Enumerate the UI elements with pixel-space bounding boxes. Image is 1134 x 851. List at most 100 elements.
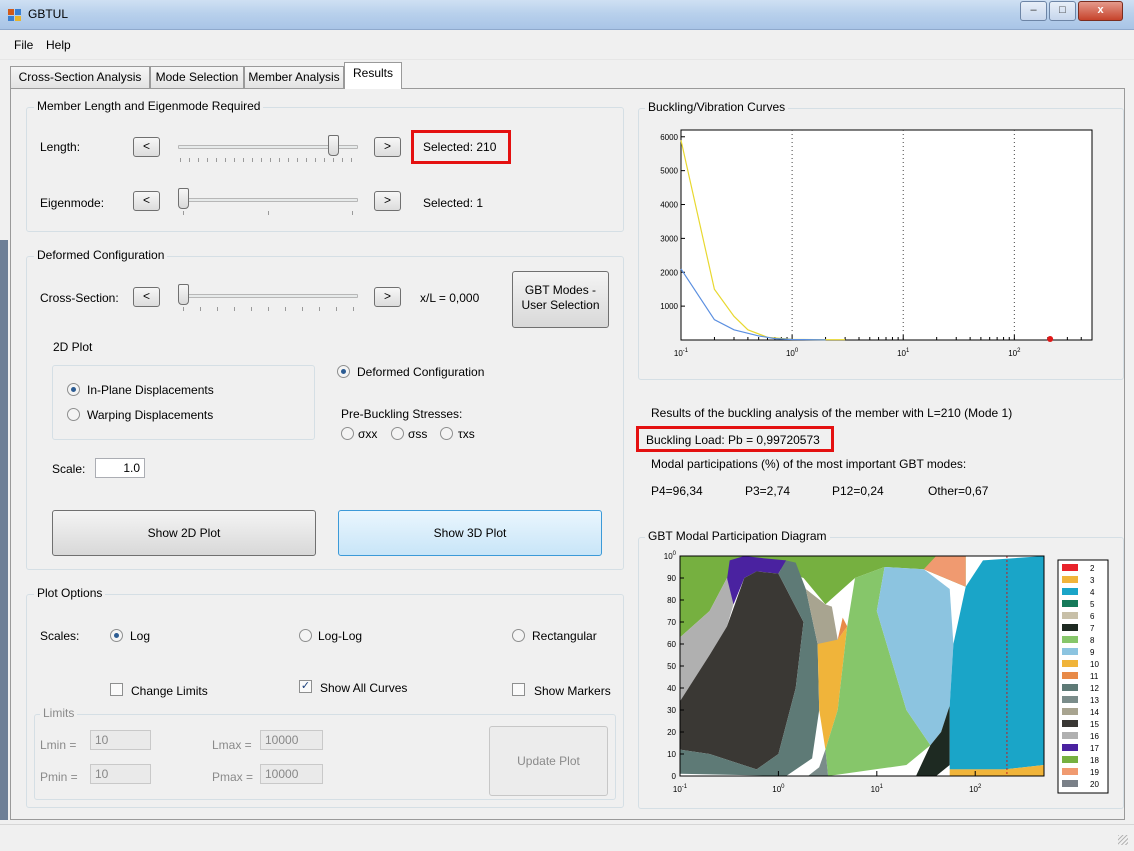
scale-loglog-radio[interactable] xyxy=(299,629,312,642)
resize-grip-icon[interactable] xyxy=(1118,835,1128,845)
tab-cross-section-analysis[interactable]: Cross-Section Analysis xyxy=(10,66,150,88)
change-limits-label: Change Limits xyxy=(131,684,208,698)
show-all-curves-label: Show All Curves xyxy=(320,681,408,695)
update-plot-button[interactable]: Update Plot xyxy=(489,726,608,796)
close-button[interactable]: x xyxy=(1078,1,1123,21)
modal-diagram-title: GBT Modal Participation Diagram xyxy=(645,529,830,543)
scale-loglog-label: Log-Log xyxy=(318,629,363,643)
legend-label-12: 12 xyxy=(1090,684,1099,693)
eigenmode-slider-track xyxy=(178,198,358,202)
lmax-label: Lmax = xyxy=(212,738,252,752)
x-tick-label: 10-1 xyxy=(673,784,688,794)
cross-section-prev-button[interactable]: < xyxy=(133,287,160,307)
scale-rectangular-radio[interactable] xyxy=(512,629,525,642)
length-slider-ticks xyxy=(180,158,356,162)
length-prev-button[interactable]: < xyxy=(133,137,160,157)
menu-file[interactable]: File xyxy=(14,38,33,52)
y-tick-label: 90 xyxy=(667,574,676,583)
modal-participation-chart: 0 10 20 30 40 50 60 70 80 90 100 10-1 100 101 102 2 3 4 5 6… xyxy=(664,551,1109,794)
x-tick-label: 100 xyxy=(772,784,785,794)
tau-xs-label: τxs xyxy=(458,427,475,441)
legend-swatch-15 xyxy=(1062,720,1078,727)
legend-label-19: 19 xyxy=(1090,768,1099,777)
y-tick-label: 10 xyxy=(667,750,676,759)
sigma-xx-radio[interactable] xyxy=(341,427,354,440)
window-title: GBTUL xyxy=(28,7,69,21)
legend-label-3: 3 xyxy=(1090,576,1095,585)
legend-swatch-7 xyxy=(1062,624,1078,631)
show-markers-label: Show Markers xyxy=(534,684,611,698)
participation-p3: P3=2,74 xyxy=(745,484,791,498)
cross-section-slider-track xyxy=(178,294,358,298)
window-frame-edge xyxy=(0,240,8,820)
deformed-config-radio[interactable] xyxy=(337,365,350,378)
member-length-group-title: Member Length and Eigenmode Required xyxy=(34,99,264,113)
x-tick-label: 100 xyxy=(786,348,799,358)
eigen-tick xyxy=(352,211,353,215)
pmax-input[interactable]: 10000 xyxy=(260,764,323,784)
participation-p4: P4=96,34 xyxy=(651,484,703,498)
sigma-ss-radio[interactable] xyxy=(391,427,404,440)
inplane-label: In-Plane Displacements xyxy=(87,383,214,397)
warping-radio[interactable] xyxy=(67,408,80,421)
tau-xs-radio[interactable] xyxy=(440,427,453,440)
y-tick-label: 0 xyxy=(672,772,677,781)
limits-title: Limits xyxy=(40,706,78,720)
length-next-button[interactable]: > xyxy=(374,137,401,157)
show-2d-plot-button[interactable]: Show 2D Plot xyxy=(52,510,316,556)
legend-label-11: 11 xyxy=(1090,672,1099,681)
tab-mode-selection[interactable]: Mode Selection xyxy=(150,66,244,88)
legend-swatch-13 xyxy=(1062,696,1078,703)
y-tick-label: 80 xyxy=(667,596,676,605)
menu-bar: File Help xyxy=(0,30,1134,60)
show-markers-checkbox[interactable] xyxy=(512,683,525,696)
scale-input[interactable]: 1.0 xyxy=(95,458,145,478)
lmin-input[interactable]: 10 xyxy=(90,730,151,750)
sigma-ss-label: σss xyxy=(408,427,428,441)
lmin-label: Lmin = xyxy=(40,738,77,752)
gbt-modes-user-selection-button[interactable]: GBT Modes - User Selection xyxy=(512,271,609,328)
show-all-curves-checkbox[interactable]: ✓ xyxy=(299,680,312,693)
x-tick-label: 101 xyxy=(871,784,884,794)
pmin-input[interactable]: 10 xyxy=(90,764,151,784)
minimize-button[interactable]: – xyxy=(1020,1,1047,21)
change-limits-checkbox[interactable] xyxy=(110,683,123,696)
scale-log-radio[interactable] xyxy=(110,629,123,642)
cross-section-slider[interactable] xyxy=(178,284,189,305)
maximize-button[interactable]: □ xyxy=(1049,1,1076,21)
show-3d-plot-button[interactable]: Show 3D Plot xyxy=(338,510,602,556)
legend-label-4: 4 xyxy=(1090,588,1095,597)
legend-label-9: 9 xyxy=(1090,648,1095,657)
eigenmode-next-button[interactable]: > xyxy=(374,191,401,211)
y-tick-label: 100 xyxy=(664,551,677,561)
legend-label-18: 18 xyxy=(1090,756,1099,765)
y-tick-label: 3000 xyxy=(660,234,678,243)
legend-swatch-17 xyxy=(1062,744,1078,751)
lmax-input[interactable]: 10000 xyxy=(260,730,323,750)
inplane-radio[interactable] xyxy=(67,383,80,396)
xl-value: x/L = 0,000 xyxy=(420,291,480,305)
app-icon xyxy=(8,8,22,22)
y-tick-label: 6000 xyxy=(660,133,678,142)
eigenmode-selected-value: Selected: 1 xyxy=(423,196,484,210)
cross-section-next-button[interactable]: > xyxy=(374,287,401,307)
x-tick-label: 10-1 xyxy=(674,348,689,358)
tab-results[interactable]: Results xyxy=(344,62,402,89)
eigenmode-slider[interactable] xyxy=(178,188,189,209)
menu-help[interactable]: Help xyxy=(46,38,71,52)
eigen-tick xyxy=(268,211,269,215)
participation-p12: P12=0,24 xyxy=(832,484,884,498)
scales-label: Scales: xyxy=(40,629,80,643)
scale-log-label: Log xyxy=(130,629,151,643)
x-tick-label: 102 xyxy=(969,784,982,794)
length-slider[interactable] xyxy=(328,135,339,156)
tab-member-analysis[interactable]: Member Analysis xyxy=(244,66,344,88)
legend-swatch-19 xyxy=(1062,768,1078,775)
eigenmode-prev-button[interactable]: < xyxy=(133,191,160,211)
legend-swatch-8 xyxy=(1062,636,1078,643)
y-tick-label: 70 xyxy=(667,618,676,627)
y-tick-label: 5000 xyxy=(660,167,678,176)
legend-swatch-12 xyxy=(1062,684,1078,691)
legend-label-16: 16 xyxy=(1090,732,1099,741)
eigenmode-label: Eigenmode: xyxy=(40,196,105,210)
